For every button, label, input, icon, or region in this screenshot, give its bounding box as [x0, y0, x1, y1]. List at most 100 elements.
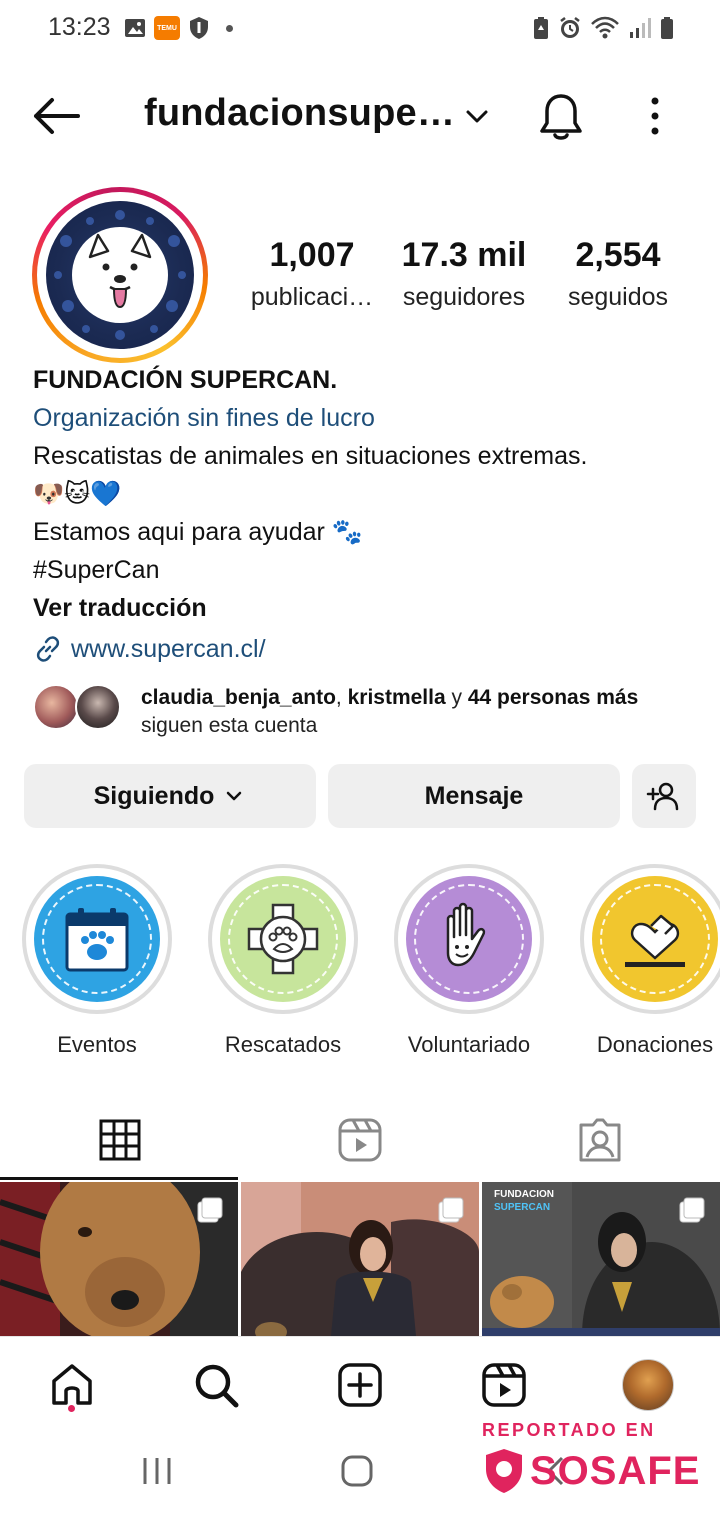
watermark-brand-text: SOSAFE — [530, 1448, 701, 1493]
stat-following-label: seguidos — [567, 283, 669, 311]
highlight-cover — [34, 876, 160, 1002]
sosafe-shield-icon — [486, 1449, 522, 1493]
recent-apps-icon[interactable] — [140, 1454, 174, 1488]
highlight-eventos[interactable]: Eventos — [22, 864, 172, 1058]
highlight-cover — [592, 876, 718, 1002]
highlight-dashed-border — [228, 884, 338, 994]
create-post-icon — [338, 1363, 382, 1407]
grid-icon — [99, 1119, 141, 1161]
highlight-label: Donaciones — [596, 1032, 714, 1057]
post-brand-overlay: FUNDACION SUPERCAN — [494, 1188, 554, 1214]
highlight-dashed-border — [42, 884, 152, 994]
post-brand-top: FUNDACION — [494, 1189, 554, 1200]
following-button-label: Siguiendo — [93, 781, 215, 810]
status-system-icons — [532, 16, 674, 40]
shield-icon — [190, 17, 208, 39]
stat-posts[interactable]: 1,007 publicaci… — [240, 236, 384, 312]
tab-reels[interactable] — [240, 1100, 480, 1180]
notification-bell-icon[interactable] — [536, 90, 586, 144]
profile-avatar[interactable] — [32, 187, 208, 363]
dot-icon — [226, 24, 233, 32]
status-bar: 13:23 TEMU — [0, 0, 720, 58]
profile-category[interactable]: Organización sin fines de lucro — [33, 402, 693, 440]
profile-username[interactable]: fundacionsupe… — [144, 92, 455, 135]
bio-hashtag[interactable]: #SuperCan — [33, 554, 693, 592]
stat-followers[interactable]: 17.3 mil seguidores — [392, 236, 536, 312]
mutual-and: y — [451, 686, 463, 709]
status-time: 13:23 — [48, 13, 111, 41]
chevron-down-icon — [227, 791, 242, 801]
stat-posts-value: 1,007 — [269, 236, 355, 274]
tab-posts-grid[interactable] — [0, 1100, 240, 1180]
highlight-dashed-border — [600, 884, 710, 994]
nav-search[interactable] — [190, 1359, 242, 1411]
more-options-icon[interactable] — [640, 94, 670, 138]
highlight-label: Eventos — [57, 1032, 137, 1057]
tagged-person-icon — [579, 1118, 621, 1162]
mutual-separator: , — [335, 686, 342, 709]
highlight-ring — [208, 864, 358, 1014]
status-notification-icons: TEMU — [124, 16, 233, 40]
mutual-follower-name-2[interactable]: kristmella — [348, 686, 446, 709]
mutual-others-count[interactable]: 44 personas más — [468, 686, 638, 709]
nav-reels[interactable] — [478, 1359, 530, 1411]
alarm-icon — [560, 17, 580, 38]
highlight-label: Voluntariado — [407, 1032, 531, 1057]
post-thumbnail[interactable] — [241, 1182, 479, 1336]
see-translation-link[interactable]: Ver traducción — [33, 592, 693, 630]
watermark-caption: REPORTADO EN — [482, 1420, 656, 1440]
active-tab-indicator — [0, 1177, 238, 1180]
profile-bio: FUNDACIÓN SUPERCAN. Organización sin fin… — [33, 364, 693, 668]
carousel-multi-icon — [197, 1197, 223, 1223]
home-activity-dot — [68, 1405, 75, 1412]
signal-icon — [630, 18, 651, 38]
stat-followers-label: seguidores — [402, 283, 526, 311]
mutual-follower-name-1[interactable]: claudia_benja_anto — [141, 686, 336, 709]
posts-grid: FUNDACION SUPERCAN — [0, 1182, 720, 1336]
stat-followers-value: 17.3 mil — [401, 236, 527, 274]
tab-tagged[interactable] — [480, 1100, 720, 1180]
chevron-down-icon[interactable] — [462, 102, 492, 132]
home-system-icon[interactable] — [340, 1454, 374, 1488]
stat-following[interactable]: 2,554 seguidos — [546, 236, 690, 312]
mutual-followers-text: claudia_benja_anto, kristmella y 44 pers… — [141, 684, 638, 740]
website-link[interactable]: www.supercan.cl/ — [33, 630, 693, 668]
highlight-donaciones[interactable]: Donaciones — [580, 864, 720, 1058]
profile-content-tabs — [0, 1100, 720, 1180]
back-arrow-icon[interactable] — [30, 94, 82, 138]
battery-icon — [661, 17, 673, 39]
link-icon — [36, 636, 60, 662]
carousel-multi-icon — [438, 1197, 464, 1223]
mutual-follower-avatar-1 — [33, 684, 79, 730]
temu-app-icon: TEMU — [154, 16, 180, 40]
post-brand-bottom: SUPERCAN — [494, 1202, 551, 1213]
mutual-follower-avatar-2 — [75, 684, 121, 730]
avatar-inner-ring — [37, 192, 203, 358]
nav-profile[interactable] — [622, 1359, 674, 1411]
profile-header: fundacionsupe… — [0, 80, 720, 152]
following-button[interactable]: Siguiendo — [24, 764, 316, 828]
wifi-icon — [591, 16, 619, 39]
dog-logo-icon — [54, 210, 186, 340]
sosafe-watermark: REPORTADO EN SOSAFE — [482, 1420, 712, 1510]
post-thumbnail[interactable] — [0, 1182, 238, 1336]
mutual-followers[interactable]: claudia_benja_anto, kristmella y 44 pers… — [33, 680, 693, 740]
temu-badge-label: TEMU — [157, 24, 177, 32]
bio-emojis: 🐶🐱💙 — [33, 480, 122, 508]
nav-home[interactable] — [46, 1359, 98, 1411]
highlight-rescatados[interactable]: Rescatados — [208, 864, 358, 1058]
highlight-cover — [406, 876, 532, 1002]
highlight-ring — [22, 864, 172, 1014]
post-thumbnail[interactable]: FUNDACION SUPERCAN — [482, 1182, 720, 1336]
bio-line-1: Rescatistas de animales en situaciones e… — [33, 442, 588, 470]
website-url[interactable]: www.supercan.cl/ — [71, 633, 266, 665]
highlight-voluntariado[interactable]: Voluntariado — [394, 864, 544, 1058]
highlight-label: Rescatados — [224, 1032, 342, 1057]
gallery-icon — [125, 19, 145, 37]
suggested-users-button[interactable] — [632, 764, 696, 828]
search-icon — [195, 1364, 239, 1408]
profile-display-name: FUNDACIÓN SUPERCAN. — [33, 366, 338, 394]
nav-create[interactable] — [334, 1359, 386, 1411]
message-button[interactable]: Mensaje — [328, 764, 620, 828]
carousel-multi-icon — [679, 1197, 705, 1223]
